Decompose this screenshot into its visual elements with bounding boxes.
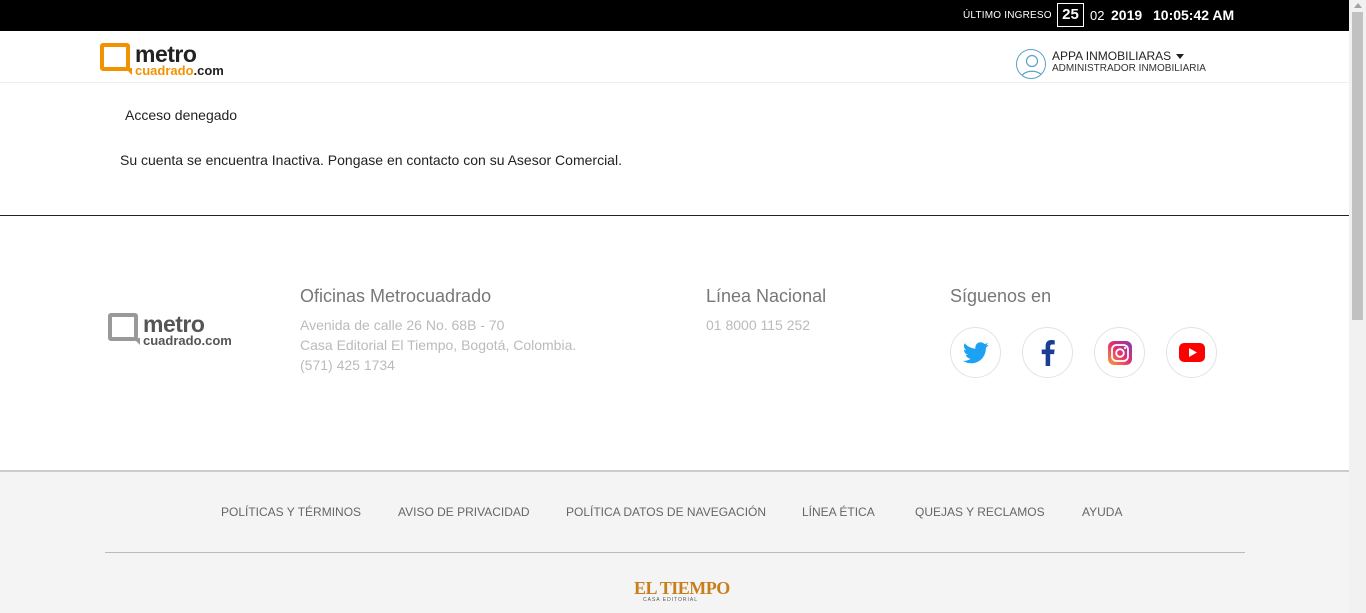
el-tiempo-logo[interactable]: EL TIEMPO [634,578,730,599]
offices-title: Oficinas Metrocuadrado [300,286,492,306]
logo-icon [100,43,132,75]
el-tiempo-logo-subtitle: CASA EDITORIAL [643,597,699,603]
user-avatar-icon[interactable] [1016,49,1046,79]
social-title: Síguenos en [950,286,1052,306]
instagram-icon[interactable] [1094,327,1145,378]
link-ethics-line[interactable]: LÍNEA ÉTICA [802,505,875,519]
scrollbar-thumb[interactable] [1352,12,1363,320]
offices-address-line1: Avenida de calle 26 No. 68B - 70 [300,317,505,333]
logo-icon [108,313,140,345]
facebook-icon[interactable] [1022,327,1073,378]
page-title: Acceso denegado [125,107,238,123]
national-line-phone: 01 8000 115 252 [706,317,811,333]
national-line-title: Línea Nacional [706,286,827,306]
user-name: APPA INMOBILIARAS [1052,49,1172,63]
link-privacy-notice[interactable]: AVISO DE PRIVACIDAD [398,505,530,519]
twitter-icon[interactable] [950,327,1001,378]
last-login-year: 2019 [1111,7,1143,23]
youtube-icon[interactable] [1166,327,1217,378]
link-help[interactable]: AYUDA [1082,505,1122,519]
last-login-label: ÚLTIMO INGRESO [963,10,1052,21]
metrocuadrado-logo[interactable]: metro cuadrado.com [100,43,224,77]
offices-phone: (571) 425 1734 [300,357,395,373]
offices-address: Avenida de calle 26 No. 68B - 70 Casa Ed… [300,315,576,375]
access-denied-message: Su cuenta se encuentra Inactiva. Pongase… [120,152,622,168]
last-login-month: 02 [1090,8,1105,23]
logo-cuadrado-text: cuadrado.com [143,333,232,348]
scroll-up-icon[interactable] [1354,3,1362,8]
user-role: ADMINISTRADOR INMOBILIARIA [1052,63,1206,74]
link-complaints[interactable]: QUEJAS Y RECLAMOS [915,505,1045,519]
last-login-day: 25 [1057,3,1084,27]
top-bar: ÚLTIMO INGRESO 25 02 2019 10:05:42 AM [0,0,1349,31]
chevron-down-icon [1176,54,1185,60]
link-policies-terms[interactable]: POLÍTICAS Y TÉRMINOS [221,505,361,519]
last-login-time: 10:05:42 AM [1153,7,1235,23]
link-navigation-data-policy[interactable]: POLÍTICA DATOS DE NAVEGACIÓN [566,505,766,519]
footer-divider [105,552,1245,553]
vertical-scrollbar[interactable] [1349,0,1366,613]
header: metro cuadrado.com APPA INMOBILIARAS ADM… [0,31,1349,83]
logo-cuadrado-text: cuadrado.com [135,63,224,78]
divider [0,215,1349,216]
offices-address-line2: Casa Editorial El Tiempo, Bogotá, Colomb… [300,337,577,353]
user-menu-dropdown[interactable]: APPA INMOBILIARAS [1052,49,1185,63]
footer-logo[interactable]: metro cuadrado.com [108,313,232,347]
